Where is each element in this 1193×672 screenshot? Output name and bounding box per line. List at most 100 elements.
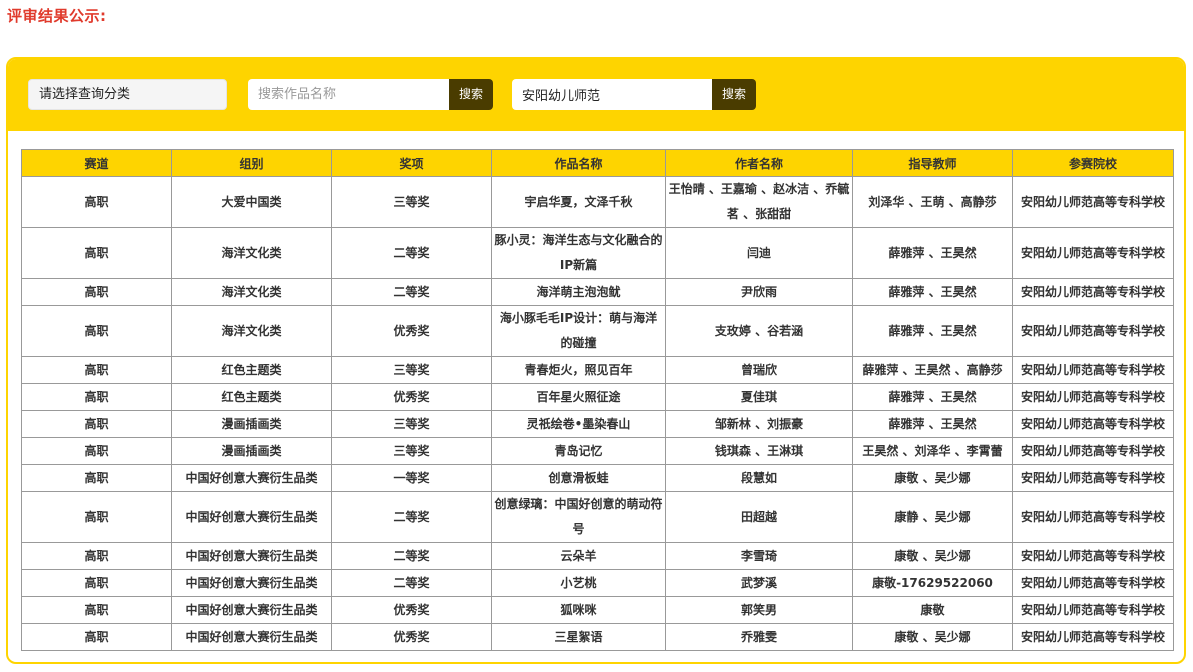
school-cell: 安阳幼儿师范高等专科学校 xyxy=(1012,569,1174,597)
award-cell: 优秀奖 xyxy=(331,383,492,411)
group-cell: 海洋文化类 xyxy=(171,227,332,279)
school-search-group: 搜索 xyxy=(512,79,756,110)
advisor-cell: 康敬 xyxy=(852,596,1013,624)
author-cell: 邹新林 、刘振豪 xyxy=(665,410,853,438)
school-cell: 安阳幼儿师范高等专科学校 xyxy=(1012,623,1174,651)
table-row: 高职 漫画插画类 三等奖 灵祇绘卷•墨染春山 邹新林 、刘振豪 薛雅萍 、王昊然 安阳幼儿师… xyxy=(21,410,1174,438)
header-work-name: 作品名称 xyxy=(491,149,666,177)
work-name-cell: 青春炬火，照见百年 xyxy=(491,356,666,384)
work-name-cell: 海洋萌主泡泡鱿 xyxy=(491,278,666,306)
table-row: 高职 中国好创意大赛衍生品类 一等奖 创意滑板蛙 段慧如 康敬 、吴少娜 安阳幼儿师范高等专… xyxy=(21,464,1174,492)
work-name-cell: 创意滑板蛙 xyxy=(491,464,666,492)
author-cell: 武梦溪 xyxy=(665,569,853,597)
table-body: 高职 大爱中国类 三等奖 宇启华夏，文泽千秋 王怡晴 、王嘉瑜 、赵冰洁 、乔毓茗 、张… xyxy=(21,176,1174,651)
advisor-cell: 康静 、吴少娜 xyxy=(852,491,1013,543)
track-cell: 高职 xyxy=(21,491,172,543)
group-cell: 红色主题类 xyxy=(171,383,332,411)
author-cell: 夏佳琪 xyxy=(665,383,853,411)
header-group: 组别 xyxy=(171,149,332,177)
work-name-cell: 小艺桃 xyxy=(491,569,666,597)
award-cell: 二等奖 xyxy=(331,569,492,597)
work-name-cell: 创意绿璃：中国好创意的萌动符号 xyxy=(491,491,666,543)
track-cell: 高职 xyxy=(21,305,172,357)
table-row: 高职 中国好创意大赛衍生品类 二等奖 小艺桃 武梦溪 康敬-17629522060 安阳幼儿… xyxy=(21,569,1174,597)
work-name-search-input[interactable] xyxy=(248,79,449,110)
header-award: 奖项 xyxy=(331,149,492,177)
table-row: 高职 海洋文化类 优秀奖 海小豚毛毛IP设计：萌与海洋的碰撞 支玫婷 、谷若涵 薛雅萍 、… xyxy=(21,305,1174,357)
school-cell: 安阳幼儿师范高等专科学校 xyxy=(1012,227,1174,279)
school-cell: 安阳幼儿师范高等专科学校 xyxy=(1012,383,1174,411)
award-cell: 三等奖 xyxy=(331,437,492,465)
award-cell: 二等奖 xyxy=(331,227,492,279)
advisor-cell: 康敬-17629522060 xyxy=(852,569,1013,597)
track-cell: 高职 xyxy=(21,437,172,465)
school-cell: 安阳幼儿师范高等专科学校 xyxy=(1012,596,1174,624)
author-cell: 乔雅雯 xyxy=(665,623,853,651)
school-search-button[interactable]: 搜索 xyxy=(712,79,756,110)
table-row: 高职 中国好创意大赛衍生品类 优秀奖 三星絮语 乔雅雯 康敬 、吴少娜 安阳幼儿师范高等专科… xyxy=(21,623,1174,651)
award-cell: 一等奖 xyxy=(331,464,492,492)
school-cell: 安阳幼儿师范高等专科学校 xyxy=(1012,542,1174,570)
track-cell: 高职 xyxy=(21,623,172,651)
school-cell: 安阳幼儿师范高等专科学校 xyxy=(1012,356,1174,384)
track-cell: 高职 xyxy=(21,569,172,597)
award-cell: 优秀奖 xyxy=(331,305,492,357)
award-cell: 二等奖 xyxy=(331,491,492,543)
work-name-search-button[interactable]: 搜索 xyxy=(449,79,493,110)
table-header-row: 赛道 组别 奖项 作品名称 作者名称 指导教师 参赛院校 xyxy=(21,149,1174,177)
work-name-cell: 海小豚毛毛IP设计：萌与海洋的碰撞 xyxy=(491,305,666,357)
school-cell: 安阳幼儿师范高等专科学校 xyxy=(1012,305,1174,357)
advisor-cell: 薛雅萍 、王昊然 xyxy=(852,383,1013,411)
school-cell: 安阳幼儿师范高等专科学校 xyxy=(1012,437,1174,465)
table-row: 高职 中国好创意大赛衍生品类 二等奖 创意绿璃：中国好创意的萌动符号 田超越 康静 、吴少… xyxy=(21,491,1174,543)
author-cell: 支玫婷 、谷若涵 xyxy=(665,305,853,357)
group-cell: 中国好创意大赛衍生品类 xyxy=(171,491,332,543)
school-search-input[interactable] xyxy=(512,79,712,110)
author-cell: 钱琪森 、王淋琪 xyxy=(665,437,853,465)
award-cell: 三等奖 xyxy=(331,356,492,384)
award-cell: 三等奖 xyxy=(331,410,492,438)
award-cell: 二等奖 xyxy=(331,278,492,306)
work-name-cell: 青岛记忆 xyxy=(491,437,666,465)
table-row: 高职 大爱中国类 三等奖 宇启华夏，文泽千秋 王怡晴 、王嘉瑜 、赵冰洁 、乔毓茗 、张… xyxy=(21,176,1174,228)
table-row: 高职 红色主题类 优秀奖 百年星火照征途 夏佳琪 薛雅萍 、王昊然 安阳幼儿师范高等专科学校 xyxy=(21,383,1174,411)
track-cell: 高职 xyxy=(21,356,172,384)
track-cell: 高职 xyxy=(21,176,172,228)
school-cell: 安阳幼儿师范高等专科学校 xyxy=(1012,491,1174,543)
track-cell: 高职 xyxy=(21,227,172,279)
author-cell: 尹欣雨 xyxy=(665,278,853,306)
track-cell: 高职 xyxy=(21,383,172,411)
group-cell: 漫画插画类 xyxy=(171,437,332,465)
header-school: 参赛院校 xyxy=(1012,149,1174,177)
advisor-cell: 康敬 、吴少娜 xyxy=(852,623,1013,651)
advisor-cell: 薛雅萍 、王昊然 、高静莎 xyxy=(852,356,1013,384)
header-author: 作者名称 xyxy=(665,149,853,177)
track-cell: 高职 xyxy=(21,464,172,492)
advisor-cell: 薛雅萍 、王昊然 xyxy=(852,410,1013,438)
work-name-cell: 百年星火照征途 xyxy=(491,383,666,411)
advisor-cell: 康敬 、吴少娜 xyxy=(852,542,1013,570)
author-cell: 王怡晴 、王嘉瑜 、赵冰洁 、乔毓茗 、张甜甜 xyxy=(665,176,853,228)
school-cell: 安阳幼儿师范高等专科学校 xyxy=(1012,410,1174,438)
advisor-cell: 刘泽华 、王萌 、高静莎 xyxy=(852,176,1013,228)
school-cell: 安阳幼儿师范高等专科学校 xyxy=(1012,176,1174,228)
group-cell: 中国好创意大赛衍生品类 xyxy=(171,542,332,570)
group-cell: 中国好创意大赛衍生品类 xyxy=(171,623,332,651)
school-cell: 安阳幼儿师范高等专科学校 xyxy=(1012,278,1174,306)
school-cell: 安阳幼儿师范高等专科学校 xyxy=(1012,464,1174,492)
group-cell: 中国好创意大赛衍生品类 xyxy=(171,464,332,492)
award-cell: 三等奖 xyxy=(331,176,492,228)
table-row: 高职 海洋文化类 二等奖 豚小灵：海洋生态与文化融合的IP新篇 闫迪 薛雅萍 、王昊然 安阳… xyxy=(21,227,1174,279)
award-cell: 二等奖 xyxy=(331,542,492,570)
results-panel: 请选择查询分类 搜索 搜索 赛道 组别 奖项 作品名称 作者名称 xyxy=(6,57,1186,664)
category-select[interactable]: 请选择查询分类 xyxy=(28,79,227,110)
advisor-cell: 康敬 、吴少娜 xyxy=(852,464,1013,492)
table-row: 高职 中国好创意大赛衍生品类 优秀奖 狐咪咪 郭笑男 康敬 安阳幼儿师范高等专科学校 xyxy=(21,596,1174,624)
group-cell: 红色主题类 xyxy=(171,356,332,384)
group-cell: 中国好创意大赛衍生品类 xyxy=(171,569,332,597)
table-row: 高职 红色主题类 三等奖 青春炬火，照见百年 曾瑞欣 薛雅萍 、王昊然 、高静莎 安阳幼儿师… xyxy=(21,356,1174,384)
advisor-cell: 薛雅萍 、王昊然 xyxy=(852,278,1013,306)
work-name-cell: 宇启华夏，文泽千秋 xyxy=(491,176,666,228)
header-advisor: 指导教师 xyxy=(852,149,1013,177)
work-name-cell: 狐咪咪 xyxy=(491,596,666,624)
